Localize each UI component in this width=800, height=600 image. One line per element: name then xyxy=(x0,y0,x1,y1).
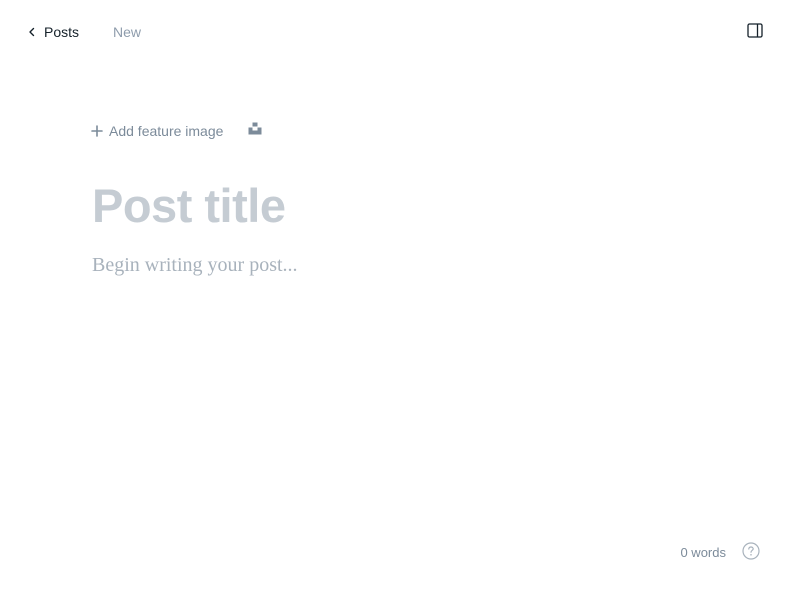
help-button[interactable] xyxy=(742,541,760,565)
word-count: 0 words xyxy=(680,545,726,560)
post-title-input[interactable] xyxy=(92,174,712,236)
back-to-posts-link[interactable]: Posts xyxy=(26,22,79,42)
chevron-left-icon xyxy=(26,26,38,38)
editor-header: Posts New xyxy=(0,0,800,64)
sidebar-panel-icon xyxy=(747,23,763,43)
back-link-label: Posts xyxy=(44,24,80,40)
add-feature-image-button[interactable]: Add feature image xyxy=(91,123,223,139)
help-circle-icon xyxy=(742,541,760,565)
settings-sidebar-toggle-button[interactable] xyxy=(746,23,764,43)
unsplash-icon xyxy=(248,122,262,140)
feature-image-row: Add feature image xyxy=(91,121,263,141)
post-body-editor[interactable] xyxy=(92,250,712,280)
post-editor-page: Posts New Add feature image Post title B… xyxy=(0,0,800,600)
plus-icon xyxy=(91,125,103,137)
add-feature-image-label: Add feature image xyxy=(109,123,224,139)
unsplash-button[interactable] xyxy=(247,122,263,140)
post-status: New xyxy=(113,24,142,40)
